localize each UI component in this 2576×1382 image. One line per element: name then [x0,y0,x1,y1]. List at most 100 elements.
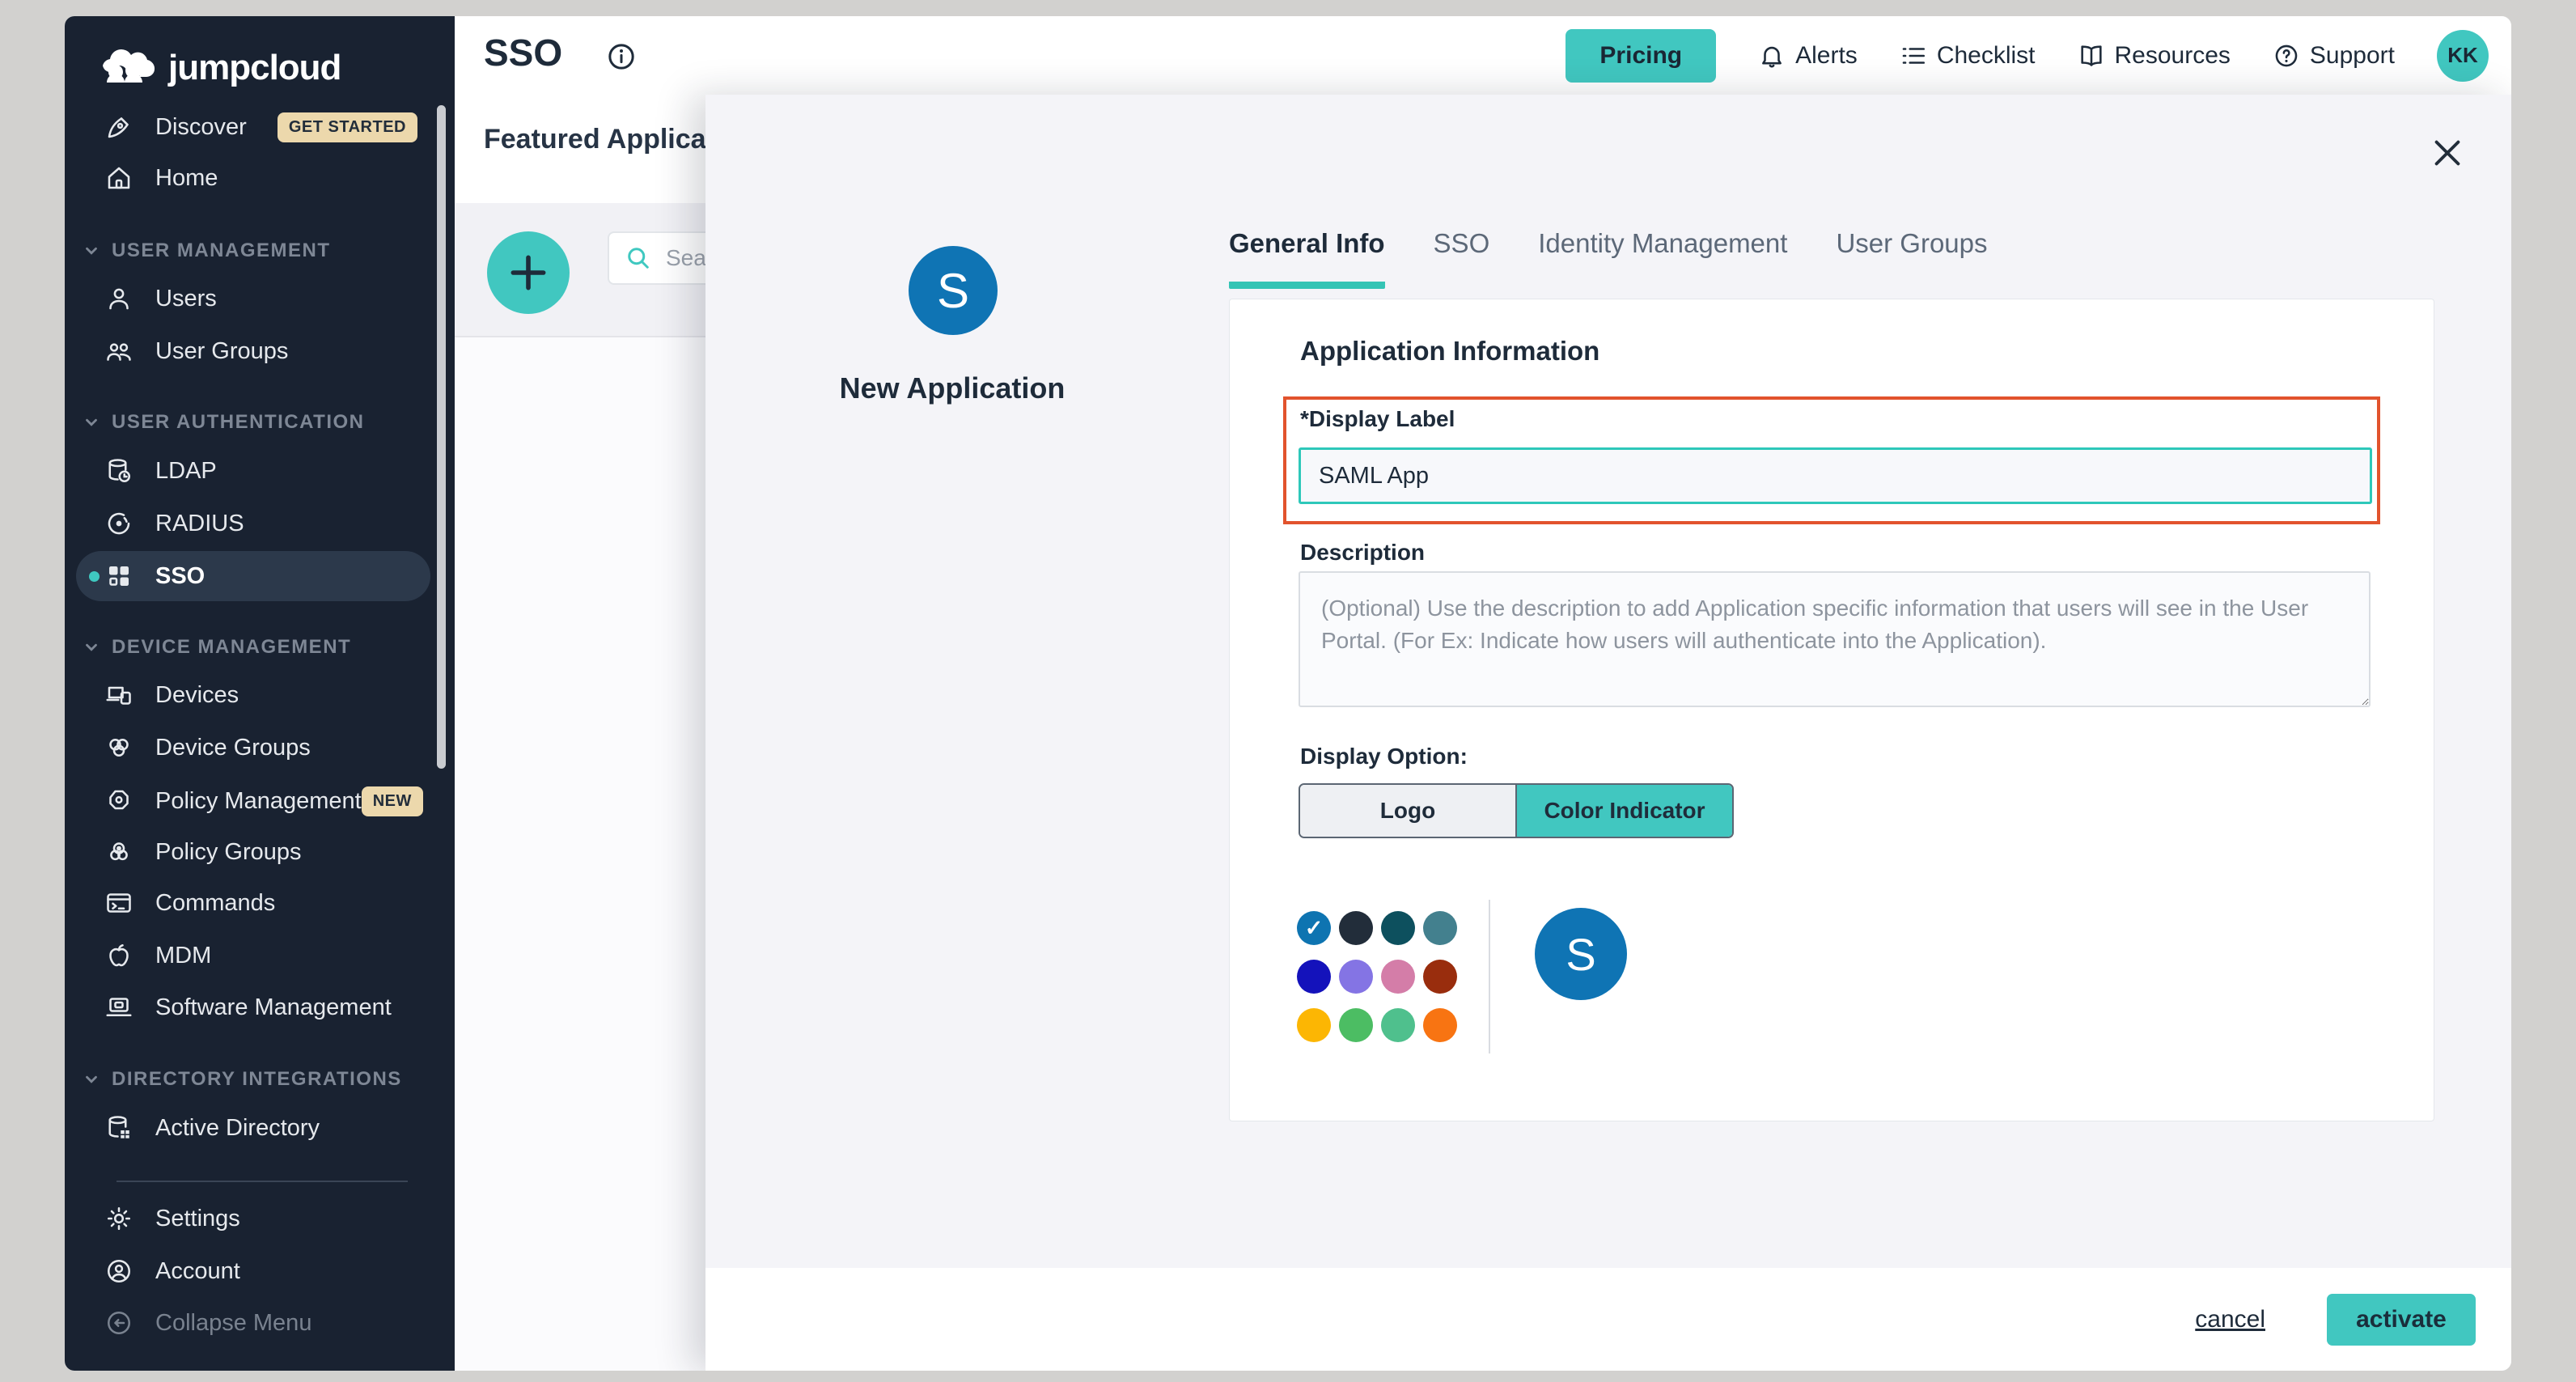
color-swatch[interactable]: ✓ [1297,911,1331,945]
application-name: New Application [774,371,1130,405]
sidebar-item-software-management[interactable]: Software Management [65,982,455,1032]
sidebar-item-active-directory[interactable]: Active Directory [65,1103,455,1153]
collapse-arrow-icon [100,1304,138,1342]
sidebar-item-label: Home [155,165,218,192]
cancel-button[interactable]: cancel [2190,1305,2270,1334]
checklist-button[interactable]: Checklist [1900,42,2036,70]
section-user-authentication[interactable]: USER AUTHENTICATION [65,406,455,439]
sidebar-item-label: Commands [155,890,275,917]
sidebar-item-label: User Groups [155,338,288,365]
sidebar-item-discover[interactable]: Discover GET STARTED [65,102,455,152]
new-badge: NEW [362,786,423,816]
sso-grid-icon [100,557,138,595]
sidebar-item-label: Discover [155,114,247,141]
tab-sso[interactable]: SSO [1434,228,1490,289]
sidebar-scrollbar[interactable] [437,105,446,769]
home-icon [100,159,138,197]
avatar[interactable]: KK [2437,30,2489,82]
color-swatch[interactable] [1381,911,1415,945]
color-preview-circle: S [1535,908,1627,1000]
support-label: Support [2310,42,2395,70]
gear-icon [100,1200,138,1237]
tab-identity-management[interactable]: Identity Management [1538,228,1787,289]
sidebar-item-label: Users [155,286,217,312]
devices-icon [100,676,138,714]
sidebar-item-devices[interactable]: Devices [65,670,455,720]
swatch-preview-divider [1489,900,1490,1053]
support-button[interactable]: Support [2273,42,2395,70]
sidebar-item-label: Policy Management [155,788,362,815]
sidebar-item-mdm[interactable]: MDM [65,931,455,981]
info-icon[interactable] [605,40,638,77]
book-icon [2078,42,2105,70]
check-icon: ✓ [1305,918,1324,939]
add-application-button[interactable] [487,231,570,314]
sidebar-item-sso[interactable]: SSO [65,551,455,601]
pricing-button[interactable]: Pricing [1566,29,1716,83]
color-swatch[interactable] [1339,1008,1373,1042]
sidebar-item-label: Device Groups [155,735,311,761]
sidebar-item-label: Settings [155,1206,240,1232]
active-directory-icon [100,1109,138,1147]
color-indicator-toggle-option[interactable]: Color Indicator [1517,785,1732,837]
sidebar-item-label: Account [155,1258,240,1285]
chevron-down-icon [83,242,100,260]
sidebar-item-home[interactable]: Home [65,153,455,203]
sidebar-item-settings[interactable]: Settings [65,1193,455,1244]
sidebar-item-policy-groups[interactable]: Policy Groups [65,827,455,877]
sidebar-item-device-groups[interactable]: Device Groups [65,723,455,773]
sidebar-item-label: Policy Groups [155,839,302,866]
sidebar-item-label: RADIUS [155,511,244,537]
plus-icon [506,250,551,295]
color-swatch[interactable] [1339,911,1373,945]
get-started-badge: GET STARTED [278,112,417,142]
color-swatch[interactable] [1381,960,1415,994]
close-icon[interactable] [2427,134,2468,174]
resources-label: Resources [2115,42,2231,70]
sidebar-item-collapse-menu[interactable]: Collapse Menu [65,1298,455,1348]
sidebar-item-radius[interactable]: RADIUS [65,498,455,549]
section-user-management[interactable]: USER MANAGEMENT [65,235,455,267]
sidebar-item-user-groups[interactable]: User Groups [65,326,455,376]
topbar: SSO Pricing Alerts Checklist [455,16,2511,96]
account-icon [100,1253,138,1290]
color-swatch[interactable] [1381,1008,1415,1042]
checklist-icon [1900,42,1927,70]
sidebar-item-ldap[interactable]: LDAP [65,446,455,496]
chevron-down-icon [83,638,100,656]
sidebar: jumpcloud Discover GET STARTED Home USER… [65,16,455,1371]
logo[interactable]: jumpcloud [94,47,341,89]
tab-general-info[interactable]: General Info [1229,228,1385,289]
alerts-label: Alerts [1795,42,1858,70]
sidebar-item-account[interactable]: Account [65,1246,455,1296]
tab-user-groups[interactable]: User Groups [1836,228,1987,289]
color-swatch[interactable] [1423,1008,1457,1042]
color-swatch[interactable] [1423,911,1457,945]
activate-button[interactable]: activate [2327,1294,2476,1346]
ldap-database-icon [100,452,138,490]
description-textarea[interactable] [1299,571,2371,707]
section-directory-integrations[interactable]: DIRECTORY INTEGRATIONS [65,1063,455,1096]
sidebar-item-label: Devices [155,682,239,709]
sidebar-item-policy-management[interactable]: Policy Management NEW [65,776,455,826]
color-swatch-grid: ✓ [1297,911,1457,1042]
color-swatch[interactable] [1423,960,1457,994]
device-groups-icon [100,729,138,766]
display-label-input[interactable] [1299,447,2372,504]
sidebar-item-label: MDM [155,943,211,969]
sidebar-item-commands[interactable]: Commands [65,878,455,928]
checklist-label: Checklist [1937,42,2036,70]
new-application-modal: S New Application General Info SSO Ident… [705,95,2511,1371]
rocket-icon [100,108,138,146]
alerts-button[interactable]: Alerts [1758,42,1858,70]
logo-toggle-option[interactable]: Logo [1300,785,1517,837]
commands-terminal-icon [100,884,138,922]
sidebar-item-label: Software Management [155,994,392,1021]
resources-button[interactable]: Resources [2078,42,2231,70]
sidebar-item-users[interactable]: Users [65,273,455,324]
color-swatch[interactable] [1297,960,1331,994]
color-swatch[interactable] [1339,960,1373,994]
color-swatch[interactable] [1297,1008,1331,1042]
section-device-management[interactable]: DEVICE MANAGEMENT [65,631,455,663]
display-option-toggle: Logo Color Indicator [1299,783,1734,838]
